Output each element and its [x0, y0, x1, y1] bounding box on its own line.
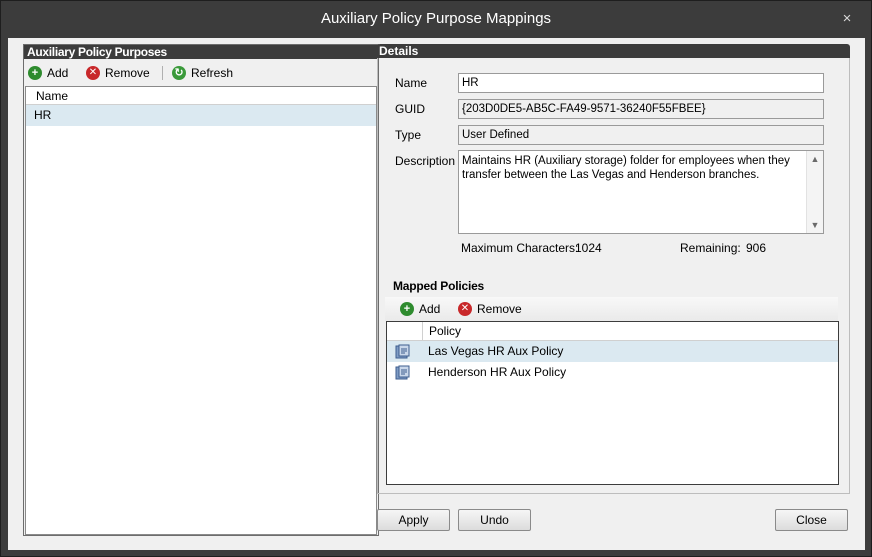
mapped-policies-grid[interactable]: Policy Las Vegas HR Aux Policy Henderson… [386, 321, 839, 485]
policy-name: Las Vegas HR Aux Policy [428, 344, 564, 358]
remove-policy-button[interactable]: ✕ Remove [458, 300, 522, 318]
apply-button[interactable]: Apply [377, 509, 450, 531]
policy-name: Henderson HR Aux Policy [428, 365, 567, 379]
toolbar-separator [162, 66, 163, 80]
column-separator [422, 322, 423, 341]
scroll-down-icon[interactable]: ▼ [807, 217, 823, 233]
type-field: User Defined [458, 125, 824, 145]
purposes-list[interactable]: Name HR [25, 86, 377, 535]
dialog-client-area: Auxiliary Policy Purposes + Add ✕ Remove… [8, 38, 865, 550]
name-field[interactable]: HR [458, 73, 824, 93]
max-chars-label: Maximum Characters: [461, 241, 579, 255]
add-policy-button[interactable]: + Add [400, 300, 440, 318]
list-item[interactable]: HR [26, 105, 376, 126]
purposes-toolbar: + Add ✕ Remove ↻ Refresh [24, 59, 378, 85]
mapped-policies-title: Mapped Policies [393, 279, 485, 293]
remaining-label: Remaining: [680, 241, 741, 255]
policy-grid-header: Policy [387, 322, 838, 341]
remove-icon: ✕ [458, 302, 472, 316]
description-field[interactable]: Maintains HR (Auxiliary storage) folder … [458, 150, 824, 234]
add-policy-label: Add [419, 302, 441, 316]
guid-field: {203D0DE5-AB5C-FA49-9571-36240F55FBEE} [458, 99, 824, 119]
remove-icon: ✕ [86, 66, 100, 80]
details-header: Details [377, 44, 850, 58]
close-button[interactable]: Close [775, 509, 848, 531]
remaining-value: 906 [746, 241, 767, 255]
guid-label: GUID [395, 102, 425, 116]
table-row[interactable]: Henderson HR Aux Policy [387, 362, 838, 383]
purposes-panel: Auxiliary Policy Purposes + Add ✕ Remove… [23, 44, 379, 536]
max-chars-value: 1024 [575, 241, 602, 255]
description-label: Description [395, 154, 456, 168]
add-icon: + [28, 66, 42, 80]
remove-policy-label: Remove [477, 302, 522, 316]
add-purpose-label: Add [47, 66, 69, 80]
mapped-policies-toolbar: + Add ✕ Remove [385, 297, 838, 321]
refresh-purposes-button[interactable]: ↻ Refresh [172, 64, 233, 82]
refresh-icon: ↻ [172, 66, 186, 80]
description-text: Maintains HR (Auxiliary storage) folder … [462, 155, 790, 181]
type-label: Type [395, 128, 422, 142]
refresh-purposes-label: Refresh [191, 66, 234, 80]
undo-button[interactable]: Undo [458, 509, 531, 531]
name-label: Name [395, 76, 428, 90]
description-scrollbar[interactable]: ▲ ▼ [806, 151, 823, 233]
remove-purpose-button[interactable]: ✕ Remove [86, 64, 150, 82]
policy-column-header[interactable]: Policy [429, 324, 461, 338]
add-purpose-button[interactable]: + Add [28, 64, 68, 82]
purposes-panel-header: Auxiliary Policy Purposes [24, 45, 378, 59]
table-row[interactable]: Las Vegas HR Aux Policy [387, 341, 838, 362]
scroll-up-icon[interactable]: ▲ [807, 151, 823, 167]
close-icon[interactable]: × [839, 11, 855, 27]
remove-purpose-label: Remove [105, 66, 150, 80]
policy-icon [395, 344, 410, 359]
dialog-window: Auxiliary Policy Purpose Mappings × Auxi… [0, 0, 872, 557]
add-icon: + [400, 302, 414, 316]
policy-icon [395, 365, 410, 380]
purposes-column-header[interactable]: Name [26, 87, 376, 105]
window-title: Auxiliary Policy Purpose Mappings [320, 10, 552, 27]
